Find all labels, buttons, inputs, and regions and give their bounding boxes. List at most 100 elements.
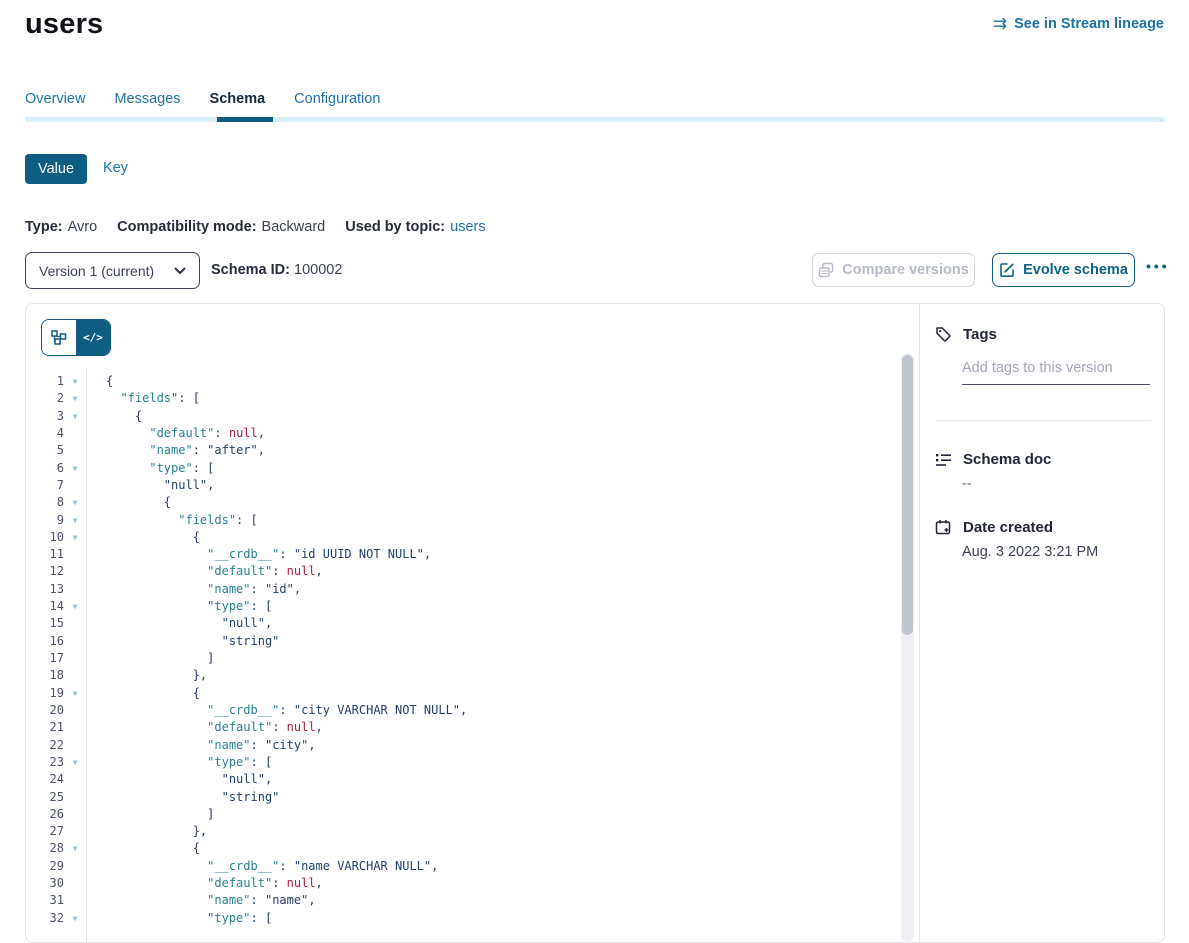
schema-doc-title: Schema doc bbox=[963, 451, 1051, 468]
code-line: 10▼ { bbox=[26, 529, 896, 546]
copy-icon bbox=[818, 262, 834, 278]
line-content: "string" bbox=[86, 633, 279, 650]
line-number: 32 bbox=[26, 910, 64, 927]
evolve-schema-button[interactable]: Evolve schema bbox=[992, 253, 1135, 287]
code-line: 15 "null", bbox=[26, 615, 896, 632]
tab-configuration[interactable]: Configuration bbox=[294, 91, 380, 107]
line-content: "__crdb__": "name VARCHAR NULL", bbox=[86, 858, 438, 875]
fold-spacer bbox=[64, 581, 86, 598]
tab-overview[interactable]: Overview bbox=[25, 91, 85, 107]
code-line: 14▼ "type": [ bbox=[26, 598, 896, 615]
fold-toggle-icon[interactable]: ▼ bbox=[64, 373, 86, 390]
fold-toggle-icon[interactable]: ▼ bbox=[64, 408, 86, 425]
line-number: 9 bbox=[26, 512, 64, 529]
line-content: "__crdb__": "id UUID NOT NULL", bbox=[86, 546, 431, 563]
value-toggle-button[interactable]: Value bbox=[25, 154, 87, 184]
line-number: 30 bbox=[26, 875, 64, 892]
compatibility-value: Backward bbox=[262, 219, 326, 235]
fold-toggle-icon[interactable]: ▼ bbox=[64, 910, 86, 927]
code-line: 16 "string" bbox=[26, 633, 896, 650]
tree-view-icon bbox=[51, 330, 67, 345]
tree-view-button[interactable] bbox=[42, 320, 76, 355]
code-line: 4 "default": null, bbox=[26, 425, 896, 442]
stream-lineage-link[interactable]: ⇉ See in Stream lineage bbox=[993, 15, 1164, 32]
version-select-value: Version 1 (current) bbox=[39, 263, 174, 279]
code-line: 12 "default": null, bbox=[26, 563, 896, 580]
fold-spacer bbox=[64, 477, 86, 494]
line-content: ] bbox=[86, 806, 214, 823]
fold-toggle-icon[interactable]: ▼ bbox=[64, 754, 86, 771]
line-number: 6 bbox=[26, 460, 64, 477]
fold-spacer bbox=[64, 650, 86, 667]
tab-messages[interactable]: Messages bbox=[114, 91, 180, 107]
fold-spacer bbox=[64, 546, 86, 563]
used-by-topic-label: Used by topic: bbox=[345, 219, 445, 235]
line-number: 4 bbox=[26, 425, 64, 442]
code-scrollbar-thumb[interactable] bbox=[902, 355, 913, 635]
line-number: 14 bbox=[26, 598, 64, 615]
fold-toggle-icon[interactable]: ▼ bbox=[64, 512, 86, 529]
schema-id: Schema ID: 100002 bbox=[211, 262, 342, 278]
code-scrollbar[interactable] bbox=[901, 353, 914, 942]
fold-toggle-icon[interactable]: ▼ bbox=[64, 840, 86, 857]
line-content: }, bbox=[86, 823, 207, 840]
fold-toggle-icon[interactable]: ▼ bbox=[64, 390, 86, 407]
line-content: "fields": [ bbox=[86, 512, 258, 529]
more-options-button[interactable]: ••• bbox=[1146, 258, 1170, 274]
fold-spacer bbox=[64, 633, 86, 650]
code-lines: 1▼{2▼ "fields": [3▼ {4 "default": null,5… bbox=[26, 373, 896, 927]
line-content: "name": "city", bbox=[86, 737, 316, 754]
evolve-schema-label: Evolve schema bbox=[1023, 262, 1128, 278]
code-line: 22 "name": "city", bbox=[26, 737, 896, 754]
schema-card: </> 1▼{2▼ "fields": [3▼ {4 "default": nu… bbox=[25, 303, 1165, 943]
fold-toggle-icon[interactable]: ▼ bbox=[64, 460, 86, 477]
sidebar-divider bbox=[936, 420, 1151, 421]
line-number: 28 bbox=[26, 840, 64, 857]
fold-toggle-icon[interactable]: ▼ bbox=[64, 598, 86, 615]
date-created-value: Aug. 3 2022 3:21 PM bbox=[962, 544, 1098, 560]
compare-versions-button[interactable]: Compare versions bbox=[812, 253, 975, 287]
line-number: 13 bbox=[26, 581, 64, 598]
schema-meta-row: Type: Avro Compatibility mode: Backward … bbox=[25, 219, 486, 235]
line-number: 23 bbox=[26, 754, 64, 771]
line-number: 8 bbox=[26, 494, 64, 511]
fold-toggle-icon[interactable]: ▼ bbox=[64, 494, 86, 511]
topic-link[interactable]: users bbox=[450, 219, 485, 235]
line-content: }, bbox=[86, 667, 207, 684]
line-content: { bbox=[86, 840, 200, 857]
fold-spacer bbox=[64, 737, 86, 754]
line-content: "default": null, bbox=[86, 875, 323, 892]
edit-icon bbox=[999, 262, 1015, 278]
line-content: "name": "name", bbox=[86, 892, 316, 909]
fold-toggle-icon[interactable]: ▼ bbox=[64, 685, 86, 702]
add-tags-input[interactable] bbox=[962, 357, 1150, 385]
fold-spacer bbox=[64, 615, 86, 632]
fold-spacer bbox=[64, 702, 86, 719]
line-number: 27 bbox=[26, 823, 64, 840]
schema-id-label: Schema ID: bbox=[211, 262, 290, 278]
compatibility-label: Compatibility mode: bbox=[117, 219, 256, 235]
line-number: 20 bbox=[26, 702, 64, 719]
code-line: 23▼ "type": [ bbox=[26, 754, 896, 771]
code-view-button[interactable]: </> bbox=[76, 320, 110, 355]
line-content: "string" bbox=[86, 789, 279, 806]
key-toggle-button[interactable]: Key bbox=[103, 160, 128, 176]
tab-schema[interactable]: Schema bbox=[210, 91, 266, 107]
tab-underline-track bbox=[25, 117, 1165, 122]
fold-toggle-icon[interactable]: ▼ bbox=[64, 529, 86, 546]
line-content: "null", bbox=[86, 771, 272, 788]
code-line: 11 "__crdb__": "id UUID NOT NULL", bbox=[26, 546, 896, 563]
type-label: Type: bbox=[25, 219, 63, 235]
line-content: { bbox=[86, 494, 171, 511]
line-number: 31 bbox=[26, 892, 64, 909]
version-select[interactable]: Version 1 (current) bbox=[25, 252, 200, 289]
line-content: "__crdb__": "city VARCHAR NOT NULL", bbox=[86, 702, 467, 719]
code-line: 26 ] bbox=[26, 806, 896, 823]
code-line: 2▼ "fields": [ bbox=[26, 390, 896, 407]
stream-lineage-icon: ⇉ bbox=[993, 15, 1007, 32]
fold-spacer bbox=[64, 719, 86, 736]
line-content: "name": "after", bbox=[86, 442, 265, 459]
line-number: 1 bbox=[26, 373, 64, 390]
code-line: 18 }, bbox=[26, 667, 896, 684]
schema-doc-value: -- bbox=[962, 476, 972, 492]
